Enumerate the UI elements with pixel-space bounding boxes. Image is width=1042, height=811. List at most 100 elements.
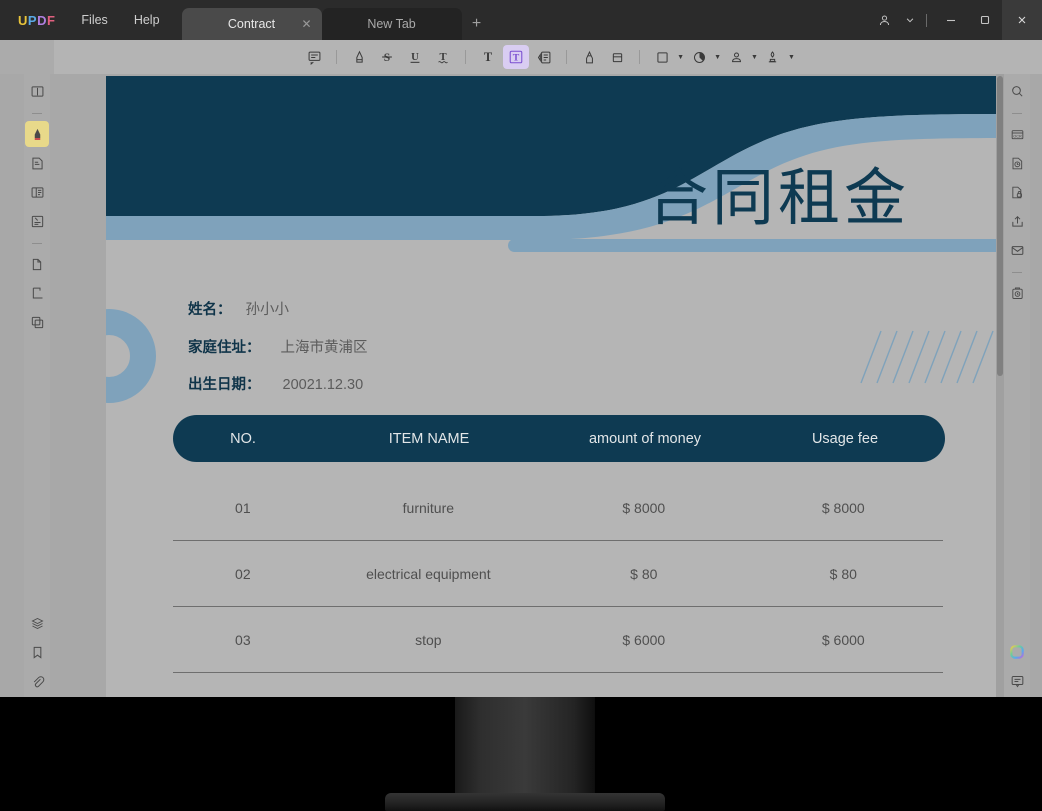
share-button[interactable] [1005, 208, 1029, 234]
svg-text:OCR: OCR [1013, 134, 1022, 138]
pdf-page[interactable]: 合同租金 姓名： 孙小小 家庭住址： 上海市黄浦区 出生日期： 20021.12… [106, 76, 1004, 697]
minimize-button[interactable] [934, 0, 968, 40]
tab-contract-label: Contract [227, 17, 276, 31]
field-name-value[interactable]: 孙小小 [246, 298, 290, 319]
ai-assistant-button[interactable] [1005, 639, 1029, 665]
highlight-tool[interactable] [346, 45, 372, 69]
svg-text:T: T [513, 53, 520, 64]
table-row[interactable]: 02 electrical equipment $ 80 $ 80 [173, 541, 943, 607]
right-rail-divider-2 [1012, 272, 1022, 273]
comments-panel-button[interactable] [1005, 668, 1029, 694]
tab-strip: Contract ✕ New Tab + [181, 0, 492, 40]
stamp-sign-tool-chevron-down-icon[interactable]: ▼ [788, 54, 795, 61]
hatch-lines-decoration [860, 330, 994, 384]
account-icon[interactable] [867, 0, 901, 40]
left-rail-divider-1 [32, 113, 42, 114]
svg-text:S: S [384, 52, 390, 64]
squiggly-underline-tool[interactable]: T [430, 45, 456, 69]
stamp-tool-combo[interactable]: ▼ [686, 45, 721, 69]
text-tool[interactable]: T [475, 45, 501, 69]
cell-item: stop [415, 631, 442, 648]
stamp-tool-chevron-down-icon[interactable]: ▼ [714, 54, 721, 61]
fill-sign-button[interactable] [25, 208, 49, 234]
scrollbar-thumb[interactable] [997, 76, 1003, 376]
field-birthdate: 出生日期： 20021.12.30 [188, 373, 363, 394]
cell-fee: $ 80 [829, 565, 857, 582]
account-chevron-down-icon[interactable] [901, 0, 919, 40]
tab-close-icon[interactable]: ✕ [301, 18, 311, 30]
menu-help[interactable]: Help [134, 13, 160, 27]
field-address-value[interactable]: 上海市黄浦区 [281, 336, 368, 357]
search-button[interactable] [1005, 78, 1029, 104]
strikethrough-tool[interactable]: S [374, 45, 400, 69]
batch-process-button[interactable] [25, 309, 49, 335]
logo-letter-d: D [37, 12, 47, 28]
page-layout-button[interactable] [25, 179, 49, 205]
shape-tool-combo[interactable]: ▼ [649, 45, 684, 69]
text-callout-tool[interactable] [531, 45, 557, 69]
left-sidebar [24, 74, 50, 697]
field-birthdate-value[interactable]: 20021.12.30 [283, 377, 364, 393]
stamp-sign-tool-combo[interactable]: ▼ [760, 45, 795, 69]
sticky-note-tool[interactable] [301, 45, 327, 69]
field-name: 姓名： 孙小小 [188, 298, 289, 319]
stamp-sign-tool[interactable] [760, 45, 786, 69]
crop-page-button[interactable] [25, 280, 49, 306]
stamp-tool[interactable] [686, 45, 712, 69]
signature-tool-chevron-down-icon[interactable]: ▼ [751, 54, 758, 61]
protect-button[interactable] [1005, 179, 1029, 205]
table-header-row: NO. ITEM NAME amount of money Usage fee [173, 415, 945, 462]
table-row[interactable]: 01 furniture $ 8000 $ 8000 [173, 475, 943, 541]
document-scroll-area[interactable]: 合同租金 姓名： 孙小小 家庭住址： 上海市黄浦区 出生日期： 20021.12… [50, 74, 1004, 697]
toolbar-separator-1 [336, 50, 338, 64]
bookmarks-button[interactable] [25, 639, 49, 665]
cell-fee: $ 6000 [821, 631, 865, 648]
table-header-item: ITEM NAME [388, 430, 470, 447]
toolbar-separator-2 [465, 50, 467, 64]
right-rail-divider-1 [1012, 113, 1022, 114]
organize-pages-button[interactable] [25, 251, 49, 277]
signature-tool[interactable] [723, 45, 749, 69]
cell-amount: $ 8000 [622, 499, 666, 516]
signature-tool-combo[interactable]: ▼ [723, 45, 758, 69]
close-button[interactable] [1002, 0, 1042, 40]
title-bar: UPDF Files Help Contract ✕ New Tab + [0, 0, 1042, 40]
table-header-amount: amount of money [588, 430, 702, 447]
vertical-scrollbar[interactable] [996, 74, 1004, 697]
field-birthdate-label: 出生日期： [188, 377, 261, 393]
logo-letter-f: F [46, 12, 56, 28]
ring-decoration [106, 309, 156, 403]
compress-button[interactable] [1005, 150, 1029, 176]
new-tab-plus-icon[interactable]: + [462, 8, 492, 40]
layers-button[interactable] [25, 610, 49, 636]
reader-view-button[interactable] [25, 78, 49, 104]
cell-no: 03 [235, 631, 251, 648]
comment-tools-button[interactable] [25, 121, 49, 147]
logo-letter-p: P [27, 12, 38, 28]
pencil-tool[interactable] [576, 45, 602, 69]
tab-new-tab[interactable]: New Tab [321, 8, 462, 40]
email-button[interactable] [1005, 237, 1029, 263]
window-controls [867, 0, 1042, 40]
text-box-tool[interactable]: T [503, 45, 530, 69]
toolbar-left-spacer [0, 40, 54, 74]
right-sidebar: OCR [1004, 74, 1030, 697]
eraser-tool[interactable] [604, 45, 630, 69]
edit-pdf-button[interactable] [25, 150, 49, 176]
tab-contract[interactable]: Contract ✕ [181, 8, 322, 40]
menu-files[interactable]: Files [81, 13, 107, 27]
monitor-stand [455, 697, 595, 797]
left-rail-divider-2 [32, 243, 42, 244]
underline-tool[interactable]: U [402, 45, 428, 69]
table-header-no: NO. [230, 430, 256, 447]
shape-tool[interactable] [649, 45, 675, 69]
document-title: 合同租金 [646, 164, 911, 233]
convert-button[interactable] [1005, 280, 1029, 306]
svg-text:T: T [484, 50, 493, 64]
shape-tool-chevron-down-icon[interactable]: ▼ [677, 54, 684, 61]
attachments-button[interactable] [25, 668, 49, 694]
table-row[interactable]: 03 stop $ 6000 $ 6000 [173, 607, 943, 673]
monitor-base [385, 793, 665, 811]
maximize-button[interactable] [968, 0, 1002, 40]
ocr-button[interactable]: OCR [1005, 121, 1029, 147]
